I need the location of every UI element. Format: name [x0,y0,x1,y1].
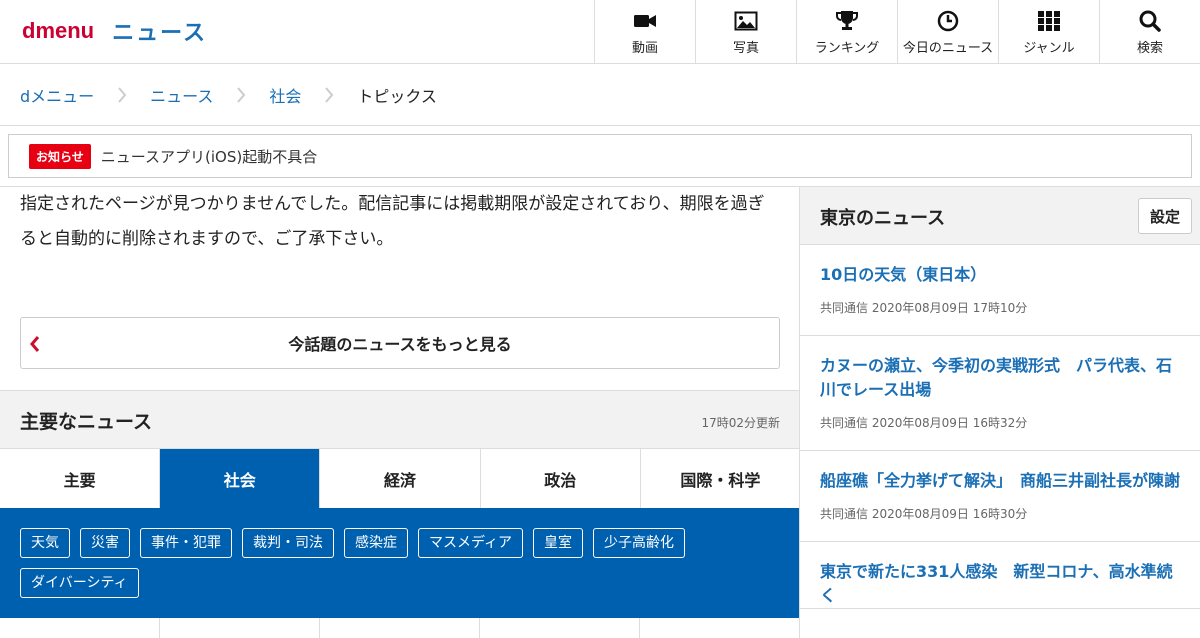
list-item[interactable]: 船座礁「全力挙げて解決」 商船三井副社長が陳謝 共同通信 2020年08月09日… [800,451,1200,542]
news-headline[interactable]: 船座礁「全力挙げて解決」 商船三井副社長が陳謝 [820,469,1180,493]
subcategory-cell [160,618,320,638]
list-item[interactable]: 東京で新たに331人感染 新型コロナ、高水準続く [800,542,1200,609]
nav-today-news[interactable]: 今日のニュース [897,0,998,63]
major-news-header: 主要なニュース 17時02分更新 [0,390,800,448]
nav-label: 写真 [732,41,759,56]
settings-button[interactable]: 設定 [1138,198,1192,234]
subcategory-cell [320,618,480,638]
breadcrumb-news[interactable]: ニュース [150,83,213,107]
sidebar-title: 東京のニュース [820,208,946,229]
tokyo-news-sidebar: 東京のニュース 設定 10日の天気（東日本） 共同通信 2020年08月09日 … [799,186,1200,630]
breadcrumb-dmenu[interactable]: dメニュー [20,83,94,107]
tag-justice[interactable]: 裁判・司法 [242,528,334,558]
tag-imperial-family[interactable]: 皇室 [533,528,584,558]
subcategory-cell [480,618,640,638]
tab-society[interactable]: 社会 [160,449,321,508]
dmenu-news-logo[interactable]: dmenu ニュース [22,17,208,46]
news-headline[interactable]: カヌーの瀬立、今季初の実戦形式 パラ代表、石川でレース出場 [820,354,1180,402]
news-meta: 共同通信 2020年08月09日 16時32分 [820,416,1028,430]
main-content: 指定されたページが見つかりませんでした。配信記事には掲載期限が設定されており、期… [0,186,801,638]
video-camera-icon [634,15,656,27]
breadcrumb: dメニュー ニュース 社会 トピックス [0,64,1200,126]
tag-weather[interactable]: 天気 [20,528,70,558]
tab-politics[interactable]: 政治 [480,449,641,508]
chevron-right-icon [223,85,259,105]
clock-icon [937,10,959,32]
updated-time: 17時02分更新 [701,416,780,430]
news-meta: 共同通信 2020年08月09日 17時10分 [820,301,1028,315]
subcategory-row [0,618,800,638]
photo-icon [734,11,758,31]
grid-icon [1038,11,1060,31]
notice-badge: お知らせ [29,143,91,169]
major-news-title: 主要なニュース [20,411,153,433]
news-headline[interactable]: 10日の天気（東日本） [820,263,1180,287]
news-headline[interactable]: 東京で新たに331人感染 新型コロナ、高水準続く [820,560,1180,608]
tag-aging-society[interactable]: 少子高齢化 [593,528,686,558]
nav-label: ジャンル [1023,41,1075,56]
chevron-right-icon [104,85,140,105]
notice-bar[interactable]: お知らせ ニュースアプリ(iOS)起動不具合 [8,134,1192,178]
sidebar-header: 東京のニュース 設定 [800,187,1200,245]
subcategory-cell [640,618,800,638]
nav-label: 検索 [1136,41,1163,56]
dmenu-logo: dmenu [22,18,95,43]
notice-text[interactable]: ニュースアプリ(iOS)起動不具合 [101,146,317,167]
list-item[interactable]: 10日の天気（東日本） 共同通信 2020年08月09日 17時10分 [800,245,1200,336]
nav-video[interactable]: 動画 [594,0,695,63]
tag-mass-media[interactable]: マスメディア [418,528,524,558]
nav-search[interactable]: 検索 [1099,0,1200,63]
site-header: dmenu ニュース 動画 写真 ランキング 今日のニュース ジャンル 検索 [0,0,1200,64]
tag-diversity[interactable]: ダイバーシティ [20,568,139,598]
category-tabs: 主要 社会 経済 政治 国際・科学 [0,448,801,508]
nav-label: ランキング [814,41,880,56]
nav-genre[interactable]: ジャンル [998,0,1099,63]
search-icon [1139,10,1161,32]
nav-label: 動画 [631,41,658,56]
nav-photo[interactable]: 写真 [695,0,796,63]
topic-tags: 天気 災害 事件・犯罪 裁判・司法 感染症 マスメディア 皇室 少子高齢化ダイバーシティ [0,508,800,618]
nav-label: 今日のニュース [902,41,994,56]
global-nav: 動画 写真 ランキング 今日のニュース ジャンル 検索 [594,0,1200,63]
tab-economy[interactable]: 経済 [320,449,481,508]
chevron-right-icon [311,85,347,105]
news-logo: ニュース [112,21,208,46]
chevron-left-icon [30,336,40,352]
subcategory-cell [0,618,160,638]
more-news-button[interactable]: 今話題のニュースをもっと見る [20,317,780,369]
not-found-message: 指定されたページが見つかりませんでした。配信記事には掲載期限が設定されており、期… [20,194,765,249]
tag-crime[interactable]: 事件・犯罪 [140,528,232,558]
breadcrumb-topics: トピックス [357,86,437,106]
list-item[interactable]: カヌーの瀬立、今季初の実戦形式 パラ代表、石川でレース出場 共同通信 2020年… [800,336,1200,451]
nav-ranking[interactable]: ランキング [796,0,897,63]
tab-international-science[interactable]: 国際・科学 [640,449,801,508]
tag-disaster[interactable]: 災害 [80,528,130,558]
tag-infectious-disease[interactable]: 感染症 [344,528,408,558]
breadcrumb-society[interactable]: 社会 [269,83,301,107]
news-meta: 共同通信 2020年08月09日 16時30分 [820,507,1028,521]
more-news-label: 今話題のニュースをもっと見る [288,335,512,354]
tab-main[interactable]: 主要 [0,449,161,508]
trophy-icon [836,11,858,30]
